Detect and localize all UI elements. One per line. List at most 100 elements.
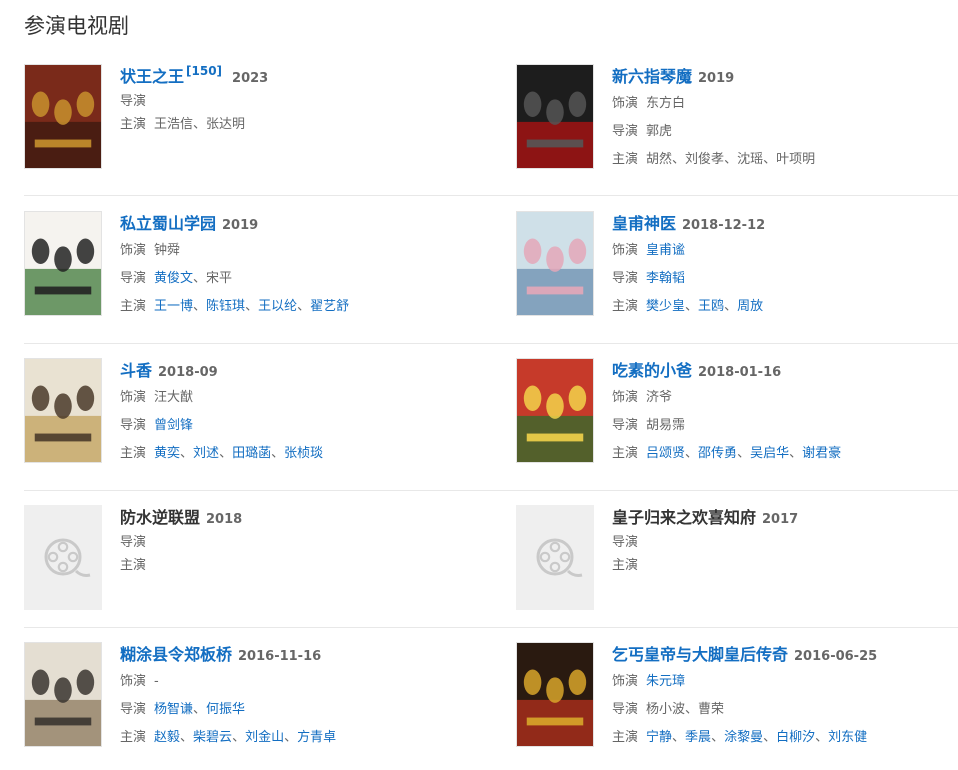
- poster-thumbnail[interactable]: [24, 642, 102, 747]
- role-line: 饰演 朱元璋: [612, 672, 952, 692]
- person-link[interactable]: 季晨: [685, 730, 711, 745]
- drama-title[interactable]: 吃素的小爸: [612, 361, 692, 380]
- person-link[interactable]: 皇甫谧: [646, 243, 685, 258]
- poster-thumbnail[interactable]: [516, 211, 594, 316]
- role-label: 饰演: [612, 96, 639, 111]
- person-link[interactable]: 王鸥: [698, 299, 724, 314]
- person-link[interactable]: 王一博: [154, 299, 193, 314]
- drama-card: 斗香 2018-09 饰演 汪大猷 导演 曾剑锋 主演 黄奕、刘述、田璐菡、张桢琰: [24, 358, 464, 490]
- person-link[interactable]: 朱元璋: [646, 674, 685, 689]
- drama-title[interactable]: 斗香: [120, 361, 152, 380]
- person-link[interactable]: 黄奕: [154, 446, 180, 461]
- name-separator: 、: [193, 299, 207, 314]
- person-link[interactable]: 田璐菡: [232, 446, 271, 461]
- role-line: 饰演 皇甫谧: [612, 241, 952, 261]
- person-link[interactable]: 何振华: [206, 702, 245, 717]
- drama-title[interactable]: 状王之王: [120, 67, 184, 86]
- credit-names: 李翰韬: [646, 271, 685, 286]
- person-link[interactable]: 周放: [737, 299, 763, 314]
- actors-line: 主演 黄奕、刘述、田璐菡、张桢琰: [120, 444, 460, 464]
- credit-names: 杨智谦、何振华: [154, 702, 245, 717]
- credit-names: 胡易霈: [646, 418, 685, 433]
- credit-names: 王一博、陈钰琪、王以纶、翟艺舒: [154, 299, 349, 314]
- person-link[interactable]: 吴启华: [750, 446, 789, 461]
- person-name: 王浩信: [154, 117, 194, 132]
- poster-thumbnail[interactable]: [516, 358, 594, 463]
- person-link[interactable]: 王以纶: [258, 299, 297, 314]
- director-label: 导演: [120, 94, 147, 109]
- name-separator: 、: [232, 730, 246, 745]
- poster-thumbnail[interactable]: [24, 64, 102, 169]
- drama-info: 斗香 2018-09 饰演 汪大猷 导演 曾剑锋 主演 黄奕、刘述、田璐菡、张桢琰: [120, 358, 460, 464]
- person-link[interactable]: 刘述: [193, 446, 219, 461]
- poster-thumbnail[interactable]: [516, 64, 594, 169]
- actors-label: 主演: [120, 446, 147, 461]
- drama-row: 防水逆联盟 2018 导演 主演 皇子归来之欢喜知府 2017 导演 主演: [24, 505, 958, 628]
- person-link[interactable]: 翟艺舒: [310, 299, 349, 314]
- director-line: 导演: [120, 92, 460, 112]
- person-link[interactable]: 刘东健: [828, 730, 867, 745]
- drama-year: 2018-12-12: [682, 218, 766, 233]
- drama-title[interactable]: 乞丐皇帝与大脚皇后传奇: [612, 645, 788, 664]
- citation-ref[interactable]: [150]: [186, 64, 222, 78]
- name-separator: 、: [245, 299, 259, 314]
- person-link[interactable]: 樊少皇: [646, 299, 685, 314]
- drama-row: 状王之王 [150] 2023 导演 主演 王浩信、张达明 新六指琴魔 2019 饰演 东方白 导演…: [24, 64, 958, 196]
- person-link[interactable]: 邵传勇: [698, 446, 737, 461]
- actors-line: 主演: [120, 556, 460, 576]
- person-link[interactable]: 赵毅: [154, 730, 180, 745]
- name-separator: 、: [763, 730, 777, 745]
- drama-info: 皇甫神医 2018-12-12 饰演 皇甫谧 导演 李翰韬 主演 樊少皇、王鸥、周放: [612, 211, 952, 317]
- name-separator: 、: [789, 446, 803, 461]
- drama-title[interactable]: 皇甫神医: [612, 214, 676, 233]
- person-link[interactable]: 张桢琰: [284, 446, 323, 461]
- person-link[interactable]: 曾剑锋: [154, 418, 193, 433]
- credit-names: 黄奕、刘述、田璐菡、张桢琰: [154, 446, 323, 461]
- director-line: 导演 李翰韬: [612, 269, 952, 289]
- drama-year: 2016-11-16: [238, 649, 322, 664]
- name-separator: 、: [193, 117, 207, 132]
- poster-thumbnail[interactable]: [24, 358, 102, 463]
- drama-info: 糊涂县令郑板桥 2016-11-16 饰演 - 导演 杨智谦、何振华 主演 赵毅、柴碧云、刘金…: [120, 642, 460, 748]
- name-separator: 、: [685, 702, 699, 717]
- poster-thumbnail[interactable]: [516, 642, 594, 747]
- role-label: 饰演: [612, 390, 639, 405]
- person-link[interactable]: 谢君豪: [802, 446, 841, 461]
- person-link[interactable]: 柴碧云: [193, 730, 232, 745]
- drama-title: 皇子归来之欢喜知府: [612, 508, 757, 527]
- actors-label: 主演: [120, 558, 147, 573]
- person-name: 宋平: [206, 271, 233, 286]
- drama-card: 吃素的小爸 2018-01-16 饰演 济爷 导演 胡易霈 主演 吕颂贤、邵传勇、吴启华、谢君…: [516, 358, 956, 490]
- person-link[interactable]: 吕颂贤: [646, 446, 685, 461]
- person-link[interactable]: 宁静: [646, 730, 672, 745]
- drama-card: 糊涂县令郑板桥 2016-11-16 饰演 - 导演 杨智谦、何振华 主演 赵毅、柴碧云、刘金…: [24, 642, 464, 770]
- name-separator: 、: [685, 299, 699, 314]
- title-line: 私立蜀山学园 2019: [120, 211, 460, 237]
- person-link[interactable]: 陈钰琪: [206, 299, 245, 314]
- poster-placeholder: [516, 505, 594, 610]
- name-separator: 、: [672, 730, 686, 745]
- person-name: 沈瑶: [737, 152, 764, 167]
- drama-title[interactable]: 新六指琴魔: [612, 67, 692, 86]
- drama-title[interactable]: 私立蜀山学园: [120, 214, 216, 233]
- drama-title[interactable]: 糊涂县令郑板桥: [120, 645, 232, 664]
- person-link[interactable]: 涂黎曼: [724, 730, 763, 745]
- person-link[interactable]: 方青卓: [297, 730, 336, 745]
- drama-card: 乞丐皇帝与大脚皇后传奇 2016-06-25 饰演 朱元璋 导演 杨小波、曹荣 主演 宁静、季…: [516, 642, 956, 770]
- credit-names: 皇甫谧: [646, 243, 685, 258]
- actors-line: 主演: [612, 556, 952, 576]
- director-label: 导演: [120, 271, 147, 286]
- director-label: 导演: [120, 702, 147, 717]
- actors-line: 主演 樊少皇、王鸥、周放: [612, 297, 952, 317]
- drama-row: 糊涂县令郑板桥 2016-11-16 饰演 - 导演 杨智谦、何振华 主演 赵毅、柴碧云、刘金…: [24, 642, 958, 770]
- actors-line: 主演 胡然、刘俊孝、沈瑶、叶项明: [612, 150, 952, 170]
- director-label: 导演: [612, 271, 639, 286]
- person-link[interactable]: 黄俊文: [154, 271, 193, 286]
- person-link[interactable]: 刘金山: [245, 730, 284, 745]
- person-name: 汪大猷: [154, 390, 194, 405]
- name-separator: 、: [193, 271, 207, 286]
- person-link[interactable]: 白柳汐: [776, 730, 815, 745]
- person-link[interactable]: 杨智谦: [154, 702, 193, 717]
- person-link[interactable]: 李翰韬: [646, 271, 685, 286]
- poster-thumbnail[interactable]: [24, 211, 102, 316]
